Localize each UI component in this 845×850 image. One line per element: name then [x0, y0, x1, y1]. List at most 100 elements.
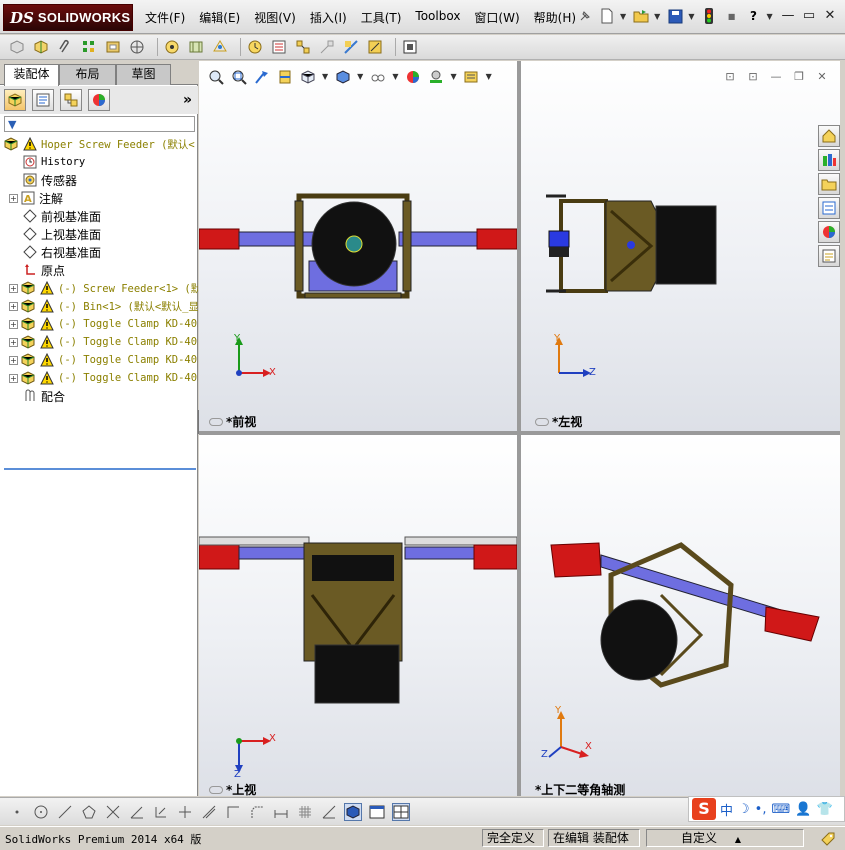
line-icon[interactable]	[56, 803, 74, 821]
show-hidden-icon[interactable]	[163, 38, 181, 56]
sogou-ime-icon[interactable]: S	[692, 798, 716, 820]
corner-icon[interactable]	[224, 803, 242, 821]
tree-item-front-plane[interactable]: 前视基准面	[0, 207, 198, 225]
tree-root-assembly[interactable]: Hoper Screw Feeder (默认<	[0, 135, 198, 153]
previous-view-icon[interactable]	[253, 68, 270, 85]
tree-item-component[interactable]: + (-) Toggle Clamp KD-403	[0, 351, 198, 369]
display-manager-icon[interactable]	[88, 89, 110, 111]
expand-toggle-icon[interactable]: +	[9, 355, 18, 365]
ime-user-icon[interactable]: 👤	[795, 802, 811, 817]
extend-icon[interactable]	[152, 803, 170, 821]
tree-item-top-plane[interactable]: 上视基准面	[0, 225, 198, 243]
tree-filter-input[interactable]: ▼	[4, 116, 195, 132]
menu-toolbox[interactable]: Toolbox	[415, 9, 460, 26]
offset-icon[interactable]	[200, 803, 218, 821]
new-dropdown-icon[interactable]: ▼	[620, 12, 626, 21]
menu-help[interactable]: 帮助(H)	[534, 9, 576, 26]
hide-show-items-icon[interactable]	[369, 68, 386, 85]
ime-keyboard-icon[interactable]: ⌨	[771, 802, 790, 817]
solidworks-logo[interactable]: DS SOLIDWORKS	[3, 4, 133, 31]
rebuild-traffic-light-icon[interactable]	[700, 7, 718, 25]
custom-properties-icon[interactable]	[818, 245, 840, 267]
file-explorer-icon[interactable]	[818, 173, 840, 195]
tab-assembly[interactable]: 装配体	[4, 64, 59, 86]
design-library-icon[interactable]	[818, 149, 840, 171]
expand-toggle-icon[interactable]: +	[9, 319, 18, 329]
interference-detection-icon[interactable]	[342, 38, 360, 56]
tree-item-history[interactable]: History	[0, 153, 198, 171]
configuration-manager-icon[interactable]	[60, 89, 82, 111]
menu-insert[interactable]: 插入(I)	[310, 9, 347, 26]
tree-item-right-plane[interactable]: 右视基准面	[0, 243, 198, 261]
view-settings-icon[interactable]	[463, 68, 480, 85]
tree-item-component[interactable]: + (-) Toggle Clamp KD-403	[0, 369, 198, 387]
tab-sketch[interactable]: 草图	[116, 64, 171, 85]
clearance-verification-icon[interactable]	[366, 38, 384, 56]
viewport-isometric[interactable]: Y X Z *上下二等角轴测	[521, 435, 840, 796]
tree-item-origin[interactable]: 原点	[0, 261, 198, 279]
dimension-icon[interactable]	[272, 803, 290, 821]
panel-expand-icon[interactable]: »	[183, 92, 192, 108]
menu-view[interactable]: 视图(V)	[254, 9, 296, 26]
new-motion-study-icon[interactable]	[246, 38, 264, 56]
new-document-icon[interactable]	[598, 7, 616, 25]
mate-icon[interactable]	[32, 38, 50, 56]
cross-icon[interactable]	[104, 803, 122, 821]
ime-chinese-mode[interactable]: 中	[720, 800, 733, 819]
viewport-minimize-icon[interactable]: —	[770, 71, 782, 83]
link-views-icon[interactable]	[209, 417, 223, 426]
edit-appearance-icon[interactable]	[404, 68, 421, 85]
link-views-icon[interactable]	[209, 785, 223, 794]
draft-angle-icon[interactable]	[320, 803, 338, 821]
expand-toggle-icon[interactable]: +	[9, 337, 18, 347]
open-dropdown-icon[interactable]: ▼	[654, 12, 660, 21]
chamfer-icon[interactable]	[248, 803, 266, 821]
zoom-to-fit-icon[interactable]	[207, 68, 224, 85]
tree-item-sensors[interactable]: 传感器	[0, 171, 198, 189]
units-dropdown-icon[interactable]: ▲	[735, 835, 741, 844]
assembly-features-icon[interactable]	[187, 38, 205, 56]
move-component-icon[interactable]	[128, 38, 146, 56]
pin-icon[interactable]	[576, 7, 594, 25]
four-view-icon[interactable]	[392, 802, 410, 821]
tree-item-component[interactable]: + (-) Toggle Clamp KD-403	[0, 333, 198, 351]
tree-item-annotations[interactable]: + A 注解	[0, 189, 198, 207]
insert-component-icon[interactable]	[8, 38, 26, 56]
tree-item-mates[interactable]: 配合	[0, 387, 198, 405]
solidworks-resources-home-icon[interactable]	[818, 125, 840, 147]
instant3d-icon[interactable]	[401, 38, 419, 56]
ime-punctuation-icon[interactable]: •,	[755, 802, 767, 817]
zoom-to-area-icon[interactable]	[230, 68, 247, 85]
help-icon[interactable]: ?	[744, 7, 762, 25]
menu-window[interactable]: 窗口(W)	[474, 9, 519, 26]
apply-scene-dropdown-icon[interactable]: ▼	[450, 72, 456, 81]
filter-funnel-icon[interactable]: ▼	[8, 118, 16, 131]
link-views-toggle-icon[interactable]: ⊡	[747, 71, 759, 83]
reference-geometry-icon[interactable]	[211, 38, 229, 56]
property-manager-icon[interactable]	[32, 89, 54, 111]
save-dropdown-icon[interactable]: ▼	[688, 12, 694, 21]
view-palette-icon[interactable]	[818, 197, 840, 219]
display-style-icon[interactable]	[334, 68, 351, 85]
trim-icon[interactable]	[176, 803, 194, 821]
expand-toggle-icon[interactable]: +	[9, 373, 18, 383]
apply-scene-icon[interactable]	[427, 68, 444, 85]
view-orientation-dropdown-icon[interactable]: ▼	[322, 72, 328, 81]
expand-toggle-icon[interactable]: +	[9, 301, 18, 311]
angle-icon[interactable]	[128, 803, 146, 821]
appearances-scenes-icon[interactable]	[818, 221, 840, 243]
view-orientation-icon[interactable]	[299, 68, 316, 85]
viewport-close-icon[interactable]: ✕	[816, 71, 828, 83]
viewport-front[interactable]: Y X *前视	[199, 61, 517, 431]
explode-line-sketch-icon[interactable]	[318, 38, 336, 56]
shaded-display-icon[interactable]	[344, 802, 362, 821]
options-icon[interactable]: ■	[722, 7, 740, 25]
ime-skin-icon[interactable]: 👕	[816, 802, 832, 817]
feature-manager-tree-icon[interactable]	[4, 89, 26, 111]
tree-item-component[interactable]: + (-) Screw Feeder<1> (默	[0, 279, 198, 297]
save-icon[interactable]	[666, 7, 684, 25]
close-button[interactable]: ✕	[821, 8, 839, 23]
grid-icon[interactable]	[296, 803, 314, 821]
point-icon[interactable]	[8, 803, 26, 821]
bill-of-materials-icon[interactable]	[270, 38, 288, 56]
